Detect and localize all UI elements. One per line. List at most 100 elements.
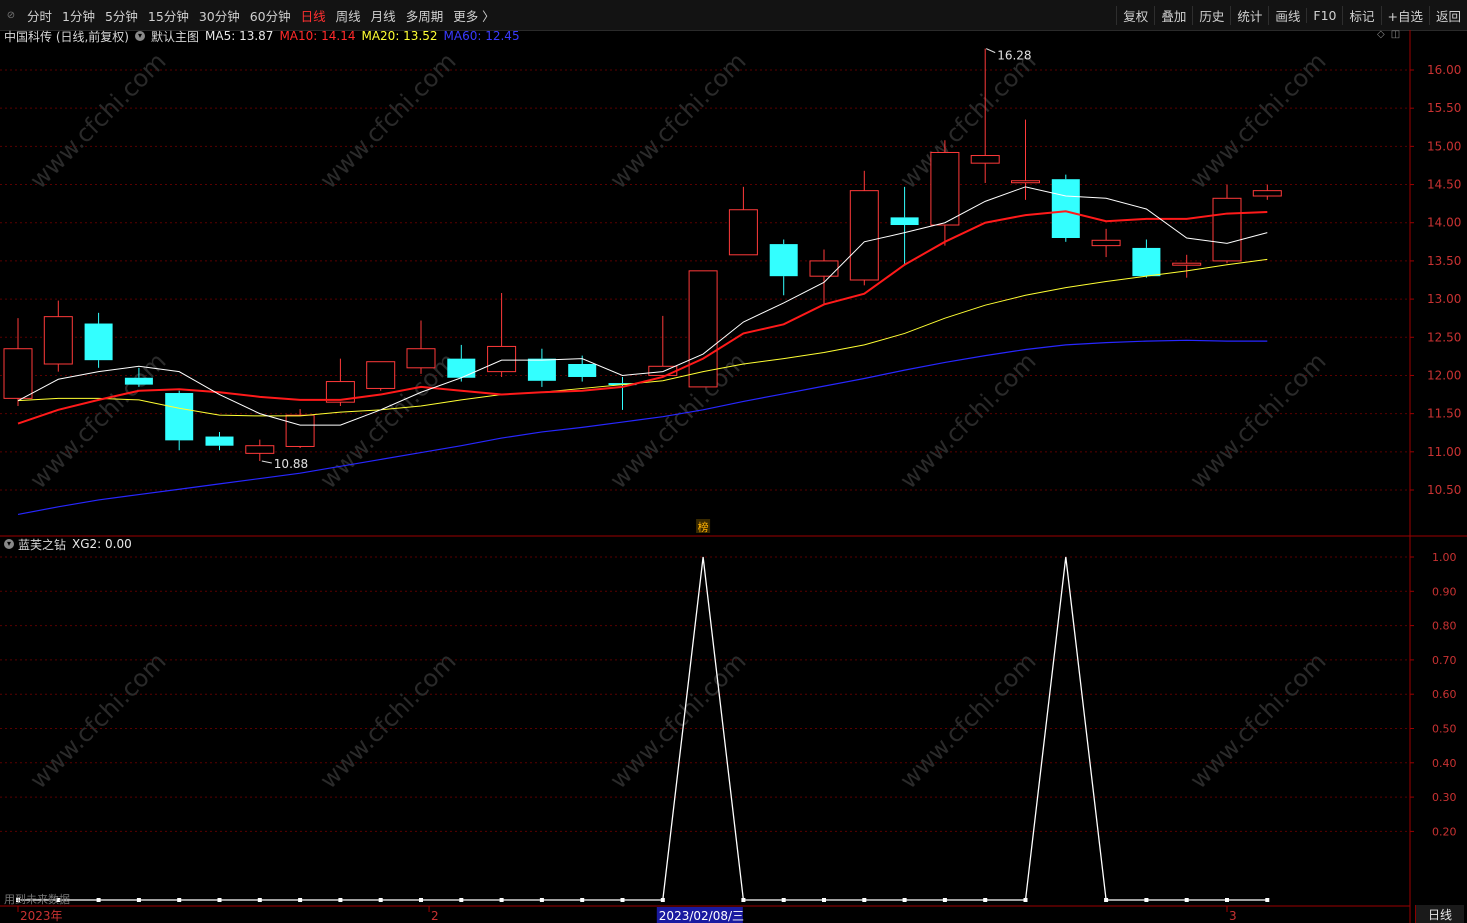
chart-tools: ◇ ◫ — [1377, 29, 1400, 40]
indicator-tick-label: 0.90 — [1432, 585, 1457, 598]
xg2-point — [741, 898, 746, 902]
indicator-tick-label: 0.80 — [1432, 620, 1457, 633]
watermark-text: www.cfchi.com — [894, 647, 1041, 794]
candle-body-up — [1011, 180, 1040, 184]
price-tick-label: 12.50 — [1427, 330, 1461, 344]
ma10-label: MA10: 14.14 — [279, 29, 356, 43]
watermark-text: www.cfchi.com — [1184, 647, 1331, 794]
candle-body-down — [1132, 247, 1161, 277]
ma60-label: MA60: 12.45 — [443, 29, 520, 43]
xg2-point — [1184, 898, 1189, 902]
candle-body-down — [165, 393, 194, 441]
candle-body-up — [366, 361, 396, 389]
candle-body-up — [930, 151, 960, 226]
watermark-text: www.cfchi.com — [314, 647, 461, 794]
watermark-text: www.cfchi.com — [24, 647, 171, 794]
xg2-point — [419, 898, 423, 902]
chevron-down-icon[interactable]: ▾ — [135, 31, 145, 41]
xg2-point — [1023, 898, 1028, 902]
candle-body-down — [124, 377, 153, 385]
candle-body-up — [285, 414, 315, 447]
xg2-point — [862, 898, 867, 902]
xg2-point — [177, 898, 182, 902]
xg2-point — [902, 898, 907, 902]
candle-body-up — [3, 348, 33, 399]
indicator-tick-label: 0.60 — [1432, 688, 1457, 701]
price-tick-label: 13.00 — [1427, 292, 1461, 306]
main-chart-label[interactable]: 默认主图 — [151, 28, 199, 45]
marker-label: 榜 — [698, 520, 709, 534]
candle-body-down — [568, 364, 597, 377]
chevron-down-icon[interactable]: ▾ — [4, 539, 14, 549]
xg2-point — [660, 898, 665, 902]
candle-body-down — [447, 358, 476, 378]
high-annotation-pointer — [985, 48, 996, 54]
price-tick-label: 11.00 — [1427, 445, 1461, 459]
future-data-label: 用到未来数据 — [4, 893, 70, 906]
xg2-point — [822, 898, 826, 902]
indicator-tick-label: 0.30 — [1432, 791, 1457, 804]
time-tick-label: 2 — [431, 909, 439, 923]
watermark-text: www.cfchi.com — [894, 347, 1041, 494]
price-tick-label: 15.50 — [1427, 101, 1461, 115]
candle-body-up — [728, 209, 758, 256]
xg2-point — [499, 898, 504, 902]
candle-body-down — [205, 436, 234, 446]
candle-body-up — [406, 348, 436, 369]
date-highlight-label: 2023/02/08/三 — [659, 909, 744, 923]
candle-body-down — [769, 244, 798, 277]
window-icon[interactable]: ◫ — [1391, 29, 1400, 40]
xg2-point — [298, 898, 303, 902]
candle-body-up — [245, 445, 275, 454]
ma10-line — [17, 210, 1268, 425]
xg2-point — [338, 898, 343, 902]
xg2-point — [1104, 898, 1109, 902]
xg2-point — [1225, 898, 1229, 902]
watermark-text: www.cfchi.com — [314, 47, 461, 194]
xg2-point — [136, 898, 141, 902]
candle-body-up — [1091, 239, 1121, 247]
watermark-text: www.cfchi.com — [1184, 47, 1331, 194]
candle-body-up — [849, 190, 879, 281]
xg2-point — [781, 898, 786, 902]
stock-title[interactable]: 中国科传 (日线,前复权) — [4, 28, 129, 45]
xg2-point — [378, 898, 383, 902]
xg2-point — [580, 898, 585, 902]
xg2-point — [983, 898, 988, 902]
watermark-text: www.cfchi.com — [894, 47, 1041, 194]
price-tick-label: 13.50 — [1427, 254, 1461, 268]
candle-body-up — [1252, 190, 1282, 197]
xg2-point — [620, 898, 625, 902]
candle-body-up — [809, 260, 839, 277]
candle-body-down — [527, 358, 556, 381]
high-annotation-label: 16.28 — [997, 49, 1031, 63]
ma5-label: MA5: 13.87 — [205, 29, 274, 43]
watermark-text: www.cfchi.com — [24, 47, 171, 194]
indicator-value: XG2: 0.00 — [72, 537, 132, 551]
price-tick-label: 11.50 — [1427, 407, 1461, 421]
price-tick-label: 12.00 — [1427, 368, 1461, 382]
indicator-tick-label: 0.40 — [1432, 757, 1457, 770]
watermark-text: www.cfchi.com — [604, 47, 751, 194]
xg2-point — [217, 898, 222, 902]
price-tick-label: 14.50 — [1427, 178, 1461, 192]
indicator-name[interactable]: 蓝芙之钻 — [18, 536, 66, 553]
price-tick-label: 16.00 — [1427, 63, 1461, 77]
watermark-text: www.cfchi.com — [24, 347, 171, 494]
low-annotation-label: 10.88 — [274, 457, 308, 471]
xg2-point — [942, 898, 947, 902]
diamond-icon[interactable]: ◇ — [1377, 29, 1385, 40]
watermark-text: www.cfchi.com — [1184, 347, 1331, 494]
xg2-point — [1265, 898, 1270, 902]
time-tick-label: 2023年 — [20, 909, 63, 923]
candle-body-down — [84, 323, 113, 361]
xg2-point — [539, 898, 544, 902]
xg2-point — [459, 898, 464, 902]
main-chart-info: 中国科传 (日线,前复权) ▾ 默认主图 MA5: 13.87 MA10: 14… — [4, 28, 526, 44]
indicator-tick-label: 0.20 — [1432, 825, 1457, 838]
xg2-point — [1144, 898, 1149, 902]
period-badge[interactable]: 日线 — [1415, 905, 1464, 923]
candle-body-up — [970, 155, 1000, 164]
kline-chart[interactable]: 16.00 15.50 15.00 14.50 14.00 13.50 13.00 12.50… — [0, 0, 1467, 923]
xg2-point — [96, 898, 101, 902]
